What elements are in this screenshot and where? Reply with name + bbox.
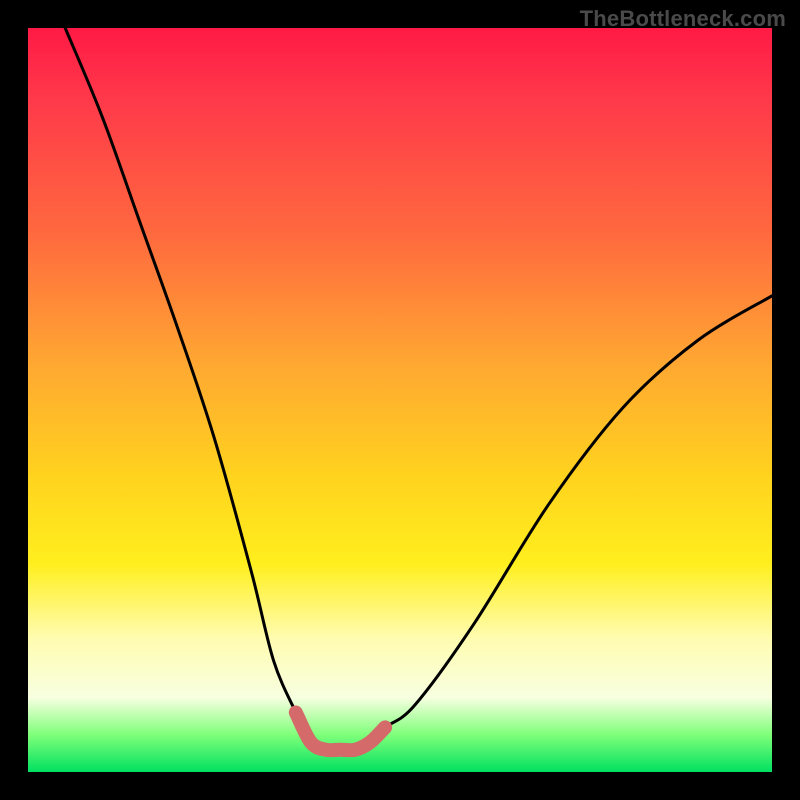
plot-area: [28, 28, 772, 772]
optimal-band: [296, 713, 385, 751]
bottleneck-curve: [65, 28, 772, 750]
curve-svg: [28, 28, 772, 772]
chart-frame: TheBottleneck.com: [0, 0, 800, 800]
